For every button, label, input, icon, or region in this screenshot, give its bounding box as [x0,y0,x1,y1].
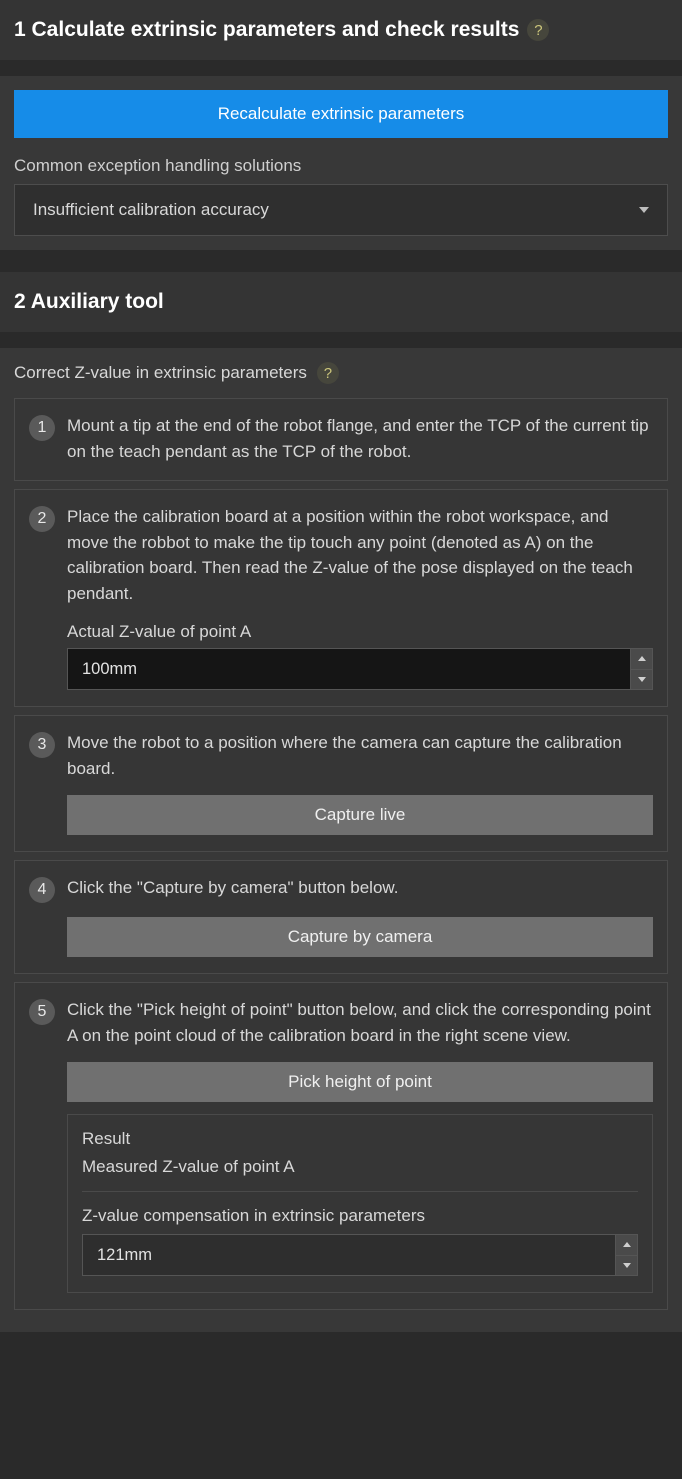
section2-body: Correct Z-value in extrinsic parameters … [0,348,682,1332]
chevron-up-icon [638,656,646,661]
section2-title: 2 Auxiliary tool [14,290,164,314]
chevron-down-icon [638,677,646,682]
correct-z-label: Correct Z-value in extrinsic parameters [14,363,307,383]
step-number-badge: 2 [29,506,55,532]
z-compensation-label: Z-value compensation in extrinsic parame… [82,1206,638,1226]
dropdown-value: Insufficient calibration accuracy [33,200,269,220]
exception-handling-label: Common exception handling solutions [14,156,668,176]
capture-by-camera-button[interactable]: Capture by camera [67,917,653,957]
divider [82,1191,638,1192]
z-compensation-spinbox [82,1234,638,1276]
step-5-text: Click the "Pick height of point" button … [67,997,653,1048]
spin-down-button[interactable] [631,669,652,690]
spin-up-button[interactable] [631,649,652,669]
section1-header: 1 Calculate extrinsic parameters and che… [0,0,682,62]
actual-z-spinbox [67,648,653,690]
chevron-up-icon [623,1242,631,1247]
measured-z-label: Measured Z-value of point A [82,1157,638,1177]
help-icon[interactable]: ? [317,362,339,384]
section2-header: 2 Auxiliary tool [0,272,682,334]
step-2-text: Place the calibration board at a positio… [67,504,653,606]
correct-z-subhead: Correct Z-value in extrinsic parameters … [14,362,668,384]
spin-up-button[interactable] [616,1235,637,1255]
z-compensation-input[interactable] [83,1235,615,1275]
result-box: Result Measured Z-value of point A Z-val… [67,1114,653,1293]
step-2: 2 Place the calibration board at a posit… [14,489,668,707]
step-number-badge: 4 [29,877,55,903]
exception-handling-dropdown[interactable]: Insufficient calibration accuracy [14,184,668,236]
capture-live-button[interactable]: Capture live [67,795,653,835]
step-4-text: Click the "Capture by camera" button bel… [67,875,398,901]
chevron-down-icon [623,1263,631,1268]
section1-title: 1 Calculate extrinsic parameters and che… [14,18,519,42]
step-3-text: Move the robot to a position where the c… [67,730,653,781]
step-number-badge: 3 [29,732,55,758]
step-number-badge: 1 [29,415,55,441]
result-label: Result [82,1129,638,1149]
step-4: 4 Click the "Capture by camera" button b… [14,860,668,974]
help-icon[interactable]: ? [527,19,549,41]
step-5: 5 Click the "Pick height of point" butto… [14,982,668,1310]
spin-down-button[interactable] [616,1255,637,1276]
pick-height-button[interactable]: Pick height of point [67,1062,653,1102]
step-number-badge: 5 [29,999,55,1025]
chevron-down-icon [639,207,649,213]
recalculate-button[interactable]: Recalculate extrinsic parameters [14,90,668,138]
actual-z-input[interactable] [68,649,630,689]
actual-z-label: Actual Z-value of point A [67,622,653,642]
step-1: 1 Mount a tip at the end of the robot fl… [14,398,668,481]
step-3: 3 Move the robot to a position where the… [14,715,668,852]
section1-body: Recalculate extrinsic parameters Common … [0,76,682,250]
step-1-text: Mount a tip at the end of the robot flan… [67,413,653,464]
